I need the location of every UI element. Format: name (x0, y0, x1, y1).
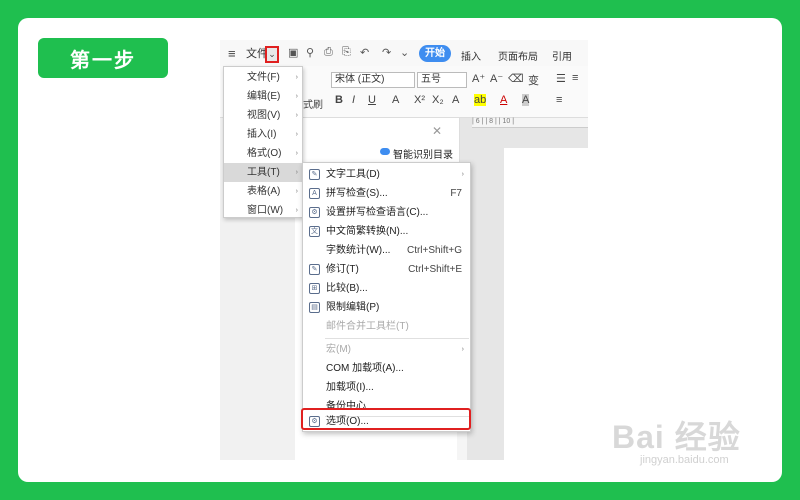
preview-icon[interactable]: ⎘ (342, 46, 351, 59)
submenu-item-spell-check[interactable]: A 拼写检查(S)... F7 (303, 184, 470, 203)
compare-icon: ⊞ (309, 283, 320, 294)
chevron-right-icon: › (295, 112, 298, 119)
tools-submenu: ✎ 文字工具(D) › A 拼写检查(S)... F7 ⚙ 设置拼写检查语言(C)... … (302, 162, 471, 432)
italic-icon[interactable]: I (352, 94, 355, 106)
convert-icon: 文 (309, 226, 320, 237)
menu-item-file[interactable]: 文件(F) › (224, 68, 302, 87)
submenu-item-text-tools[interactable]: ✎ 文字工具(D) › (303, 165, 470, 184)
smart-toc-icon (380, 148, 390, 155)
subscript-icon[interactable]: X₂ (432, 94, 444, 106)
undo-icon[interactable]: ↶ (360, 46, 369, 59)
wps-screenshot: ≡ 文件 ⌄ ▣ ⚲ ⎙ ⎘ ↶ ↷ ⌄ 开始 插入 页面布局 引用 式刷 宋体… (220, 40, 588, 460)
baidu-watermark-url: jingyan.baidu.com (640, 454, 729, 466)
grow-font-icon[interactable]: A⁺ (472, 72, 485, 85)
smart-toc-button[interactable]: 智能识别目录 (393, 146, 453, 161)
tab-insert[interactable]: 插入 (461, 48, 481, 63)
close-icon[interactable]: ✕ (432, 124, 442, 138)
find-icon[interactable]: ⚲ (306, 46, 314, 59)
menu-item-edit[interactable]: 编辑(E) › (224, 87, 302, 106)
submenu-item-revision[interactable]: ✎ 修订(T) Ctrl+Shift+E (303, 260, 470, 279)
underline-icon[interactable]: U (368, 94, 376, 106)
text-effect-icon[interactable]: A (452, 94, 459, 106)
chevron-right-icon: › (295, 207, 298, 214)
menu-item-table[interactable]: 表格(A) › (224, 182, 302, 201)
chevron-right-icon: › (295, 150, 298, 157)
file-dropdown-menu: 文件(F) › 编辑(E) › 视图(V) › 插入(I) › 格式(O) › 工具(T)… (223, 66, 303, 218)
chevron-right-icon: › (295, 74, 298, 81)
options-highlight-box (301, 408, 471, 430)
font-color-icon[interactable]: A (500, 94, 507, 106)
char-shading-icon[interactable]: A (522, 94, 530, 106)
numbering-icon[interactable]: ≡ (572, 72, 578, 84)
format-painter-label[interactable]: 式刷 (303, 96, 323, 111)
font-size-select[interactable]: 五号 (417, 72, 467, 88)
revision-icon: ✎ (309, 264, 320, 275)
bullets-icon[interactable]: ☰ (556, 72, 566, 85)
font-name-select[interactable]: 宋体 (正文) (331, 72, 415, 88)
highlight-icon[interactable]: ab (474, 94, 487, 106)
print-icon[interactable]: ⎙ (324, 46, 333, 59)
restrict-icon: ▤ (309, 302, 320, 313)
tab-references[interactable]: 引用 (552, 48, 572, 63)
menu-item-window[interactable]: 窗口(W) › (224, 201, 302, 220)
clear-format-icon[interactable]: ⌫ (508, 72, 524, 85)
menu-item-format[interactable]: 格式(O) › (224, 144, 302, 163)
baidu-watermark: Bai 经验 (612, 419, 741, 455)
menu-item-insert[interactable]: 插入(I) › (224, 125, 302, 144)
submenu-item-spell-language[interactable]: ⚙ 设置拼写检查语言(C)... (303, 203, 470, 222)
chevron-right-icon: › (295, 131, 298, 138)
horizontal-ruler: | 6 | | 8 | | 10 | (472, 118, 588, 128)
tab-home[interactable]: 开始 (419, 45, 451, 62)
submenu-item-mail-merge: 邮件合并工具栏(T) (326, 321, 409, 332)
chevron-down-icon[interactable]: ⌄ (265, 46, 279, 63)
chevron-right-icon: › (461, 346, 464, 353)
menu-separator (325, 338, 469, 339)
submenu-item-chinese-convert[interactable]: 文中文简繁转换(N)... (303, 222, 470, 241)
superscript-icon[interactable]: X² (414, 94, 425, 106)
bold-icon[interactable]: B (335, 94, 343, 106)
save-icon[interactable]: ▣ (288, 46, 298, 59)
more-icon[interactable]: ⌄ (400, 46, 409, 59)
spellcheck-icon: A (309, 188, 320, 199)
align-left-icon[interactable]: ≡ (556, 94, 562, 106)
language-icon: ⚙ (309, 207, 320, 218)
pencil-icon: ✎ (309, 169, 320, 180)
submenu-item-macro: 宏(M) › (303, 340, 470, 359)
redo-icon[interactable]: ↷ (382, 46, 391, 59)
chevron-right-icon: › (295, 93, 298, 100)
chevron-right-icon: › (461, 171, 464, 178)
pinyin-icon[interactable]: 变 (528, 72, 539, 88)
submenu-item-restrict-edit[interactable]: ▤ 限制编辑(P) (303, 298, 470, 317)
submenu-item-addins[interactable]: 加载项(I)... (303, 378, 470, 397)
submenu-item-compare[interactable]: ⊞ 比较(B)... (303, 279, 470, 298)
submenu-item-word-count[interactable]: 字数统计(W)... Ctrl+Shift+G (303, 241, 470, 260)
shrink-font-icon[interactable]: A⁻ (490, 72, 503, 85)
strikethrough-icon[interactable]: A (392, 94, 399, 106)
menu-item-tools[interactable]: 工具(T) › (224, 163, 302, 182)
chevron-right-icon: › (295, 188, 298, 195)
step-badge: 第一步 (38, 38, 168, 78)
tab-page-layout[interactable]: 页面布局 (498, 48, 538, 63)
menu-item-view[interactable]: 视图(V) › (224, 106, 302, 125)
menu-icon[interactable]: ≡ (228, 46, 244, 61)
document-page[interactable] (504, 148, 588, 460)
submenu-item-com-addins[interactable]: COM 加载项(A)... (303, 359, 470, 378)
chevron-right-icon: › (295, 169, 298, 176)
